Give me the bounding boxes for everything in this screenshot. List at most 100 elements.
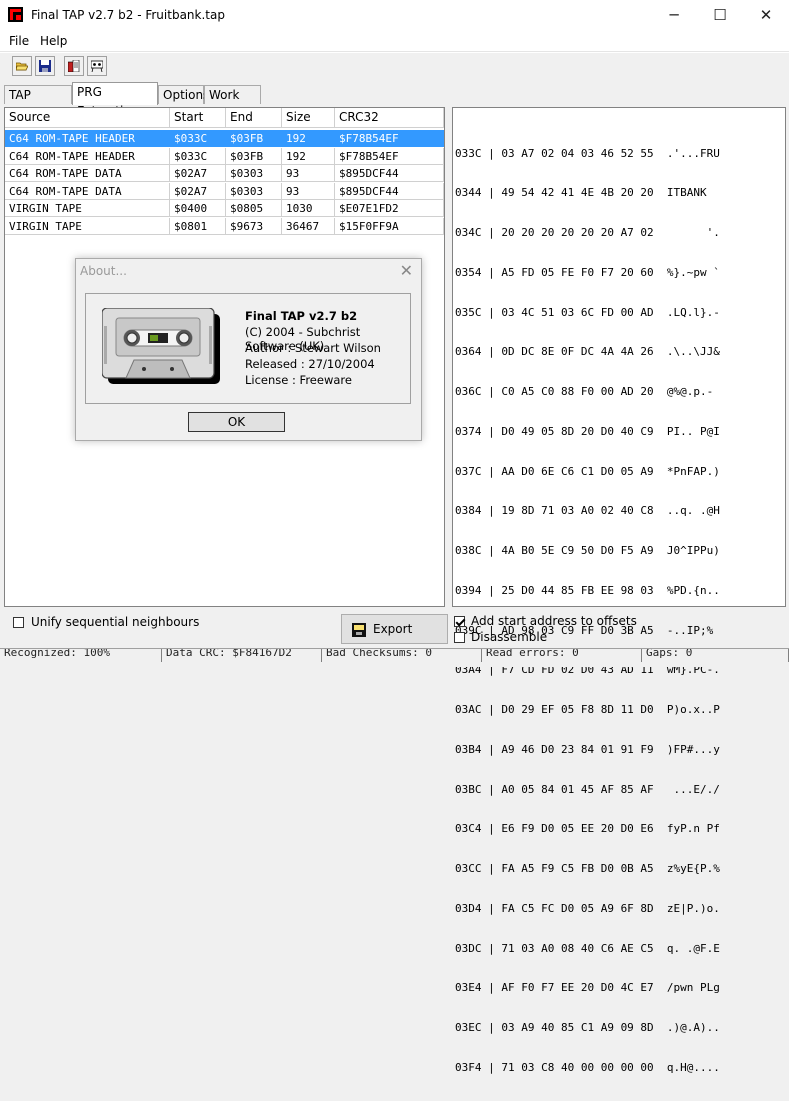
- column-source[interactable]: Source: [5, 108, 170, 128]
- cell-end: $0303: [226, 165, 282, 182]
- hex-line: 036C | C0 A5 C0 88 F0 00 AD 20 @%@.p.-: [455, 385, 720, 398]
- cell-size: 1030: [282, 200, 335, 217]
- minimize-button[interactable]: ─: [651, 0, 697, 31]
- table-header: Source Start End Size CRC32: [5, 108, 444, 128]
- hex-line: 0364 | 0D DC 8E 0F DC 4A 4A 26 .\..\JJ&: [455, 345, 720, 359]
- disassemble-checkbox[interactable]: [454, 632, 465, 643]
- cell-end: $9673: [226, 217, 282, 235]
- table-row[interactable]: VIRGIN TAPE $0801 $9673 36467 $15F0FF9A: [5, 217, 444, 235]
- export-tool-button[interactable]: [64, 56, 84, 76]
- save-button[interactable]: [35, 56, 55, 76]
- cell-source: C64 ROM-TAPE DATA: [5, 182, 170, 200]
- hex-line: 03DC | 71 03 A0 08 40 C6 AE C5 q. .@F.E: [455, 941, 720, 955]
- cassette-tape-icon: [102, 308, 220, 384]
- unify-checkbox[interactable]: [13, 617, 24, 628]
- hex-line: 0344 | 49 54 42 41 4E 4B 20 20 ITBANK: [455, 186, 720, 200]
- hex-line: 03B4 | A9 46 D0 23 84 01 91 F9 )FP#...y: [455, 742, 720, 756]
- menu-file[interactable]: File: [9, 34, 29, 48]
- export-prg-button[interactable]: Export PRG...: [341, 614, 448, 664]
- cell-crc32: $895DCF44: [335, 165, 444, 182]
- cell-end: $0805: [226, 200, 282, 217]
- table-row[interactable]: C64 ROM-TAPE HEADER $033C $03FB 192 $F78…: [5, 147, 444, 165]
- add-start-checkbox[interactable]: [454, 616, 465, 627]
- tab-work-log[interactable]: Work Log: [204, 85, 261, 121]
- column-end[interactable]: End: [226, 108, 282, 128]
- cell-start: $0801: [170, 217, 226, 235]
- about-released: Released : 27/10/2004: [245, 357, 375, 371]
- tape-tool-button[interactable]: [87, 56, 107, 76]
- hex-line: 0374 | D0 49 05 8D 20 D0 40 C9 PI.. P@I: [455, 424, 720, 438]
- ok-button[interactable]: OK: [188, 412, 285, 432]
- title-bar: Final TAP v2.7 b2 - Fruitbank.tap ─ ☐ ✕: [0, 0, 789, 31]
- column-size[interactable]: Size: [282, 108, 335, 128]
- hex-line: 03BC | A0 05 84 01 45 AF 85 AF ...E/./: [455, 782, 720, 796]
- cell-crc32: $15F0FF9A: [335, 217, 444, 235]
- hex-line: 038C | 4A B0 5E C9 50 D0 F5 A9 J0^IPPu): [455, 544, 720, 557]
- window-title: Final TAP v2.7 b2 - Fruitbank.tap: [31, 8, 225, 22]
- about-close-button[interactable]: ✕: [400, 261, 413, 280]
- hex-line: 0394 | 25 D0 44 85 FB EE 98 03 %PD.{n..: [455, 583, 720, 597]
- cell-source: VIRGIN TAPE: [5, 217, 170, 235]
- cell-source: C64 ROM-TAPE DATA: [5, 165, 170, 182]
- app-icon[interactable]: [8, 7, 23, 22]
- unify-label[interactable]: Unify sequential neighbours: [31, 615, 199, 629]
- cell-size: 192: [282, 147, 335, 165]
- export-icon: [352, 623, 366, 637]
- cell-crc32: $F78B54EF: [335, 147, 444, 165]
- options-bar: Unify sequential neighbours Export PRG..…: [0, 608, 789, 664]
- cell-end: $03FB: [226, 147, 282, 165]
- cell-size: 192: [282, 130, 335, 147]
- table-row[interactable]: VIRGIN TAPE $0400 $0805 1030 $E07E1FD2: [5, 200, 444, 217]
- hex-line: 033C | 03 A7 02 04 03 46 52 55 .'...FRU: [455, 146, 720, 160]
- about-dialog: About... ✕ Final TAP v2.7 b2 (C) 2004 - …: [75, 258, 422, 441]
- status-bar: Recognized: 100% Data CRC: $F84167D2 Bad…: [0, 648, 789, 667]
- status-read-errors: Read errors: 0: [482, 649, 642, 662]
- disassemble-label[interactable]: Disassemble: [471, 630, 547, 644]
- cell-source: VIRGIN TAPE: [5, 200, 170, 217]
- about-title: About...: [80, 264, 127, 278]
- cell-crc32: $F78B54EF: [335, 130, 444, 147]
- table-row[interactable]: C64 ROM-TAPE DATA $02A7 $0303 93 $895DCF…: [5, 165, 444, 182]
- save-disk-icon: [39, 60, 51, 72]
- hex-line: 03E4 | AF F0 F7 EE 20 D0 4C E7 /pwn PLg: [455, 981, 720, 995]
- hex-dump-panel[interactable]: 033C | 03 A7 02 04 03 46 52 55 .'...FRU …: [452, 107, 786, 1074]
- tab-prg-extraction[interactable]: PRG Extraction: [72, 82, 158, 118]
- cell-source: C64 ROM-TAPE HEADER: [5, 147, 170, 165]
- maximize-button[interactable]: ☐: [697, 0, 743, 31]
- status-bad-checksums: Bad Checksums: 0: [322, 649, 482, 662]
- hex-line: 03AC | D0 29 EF 05 F8 8D 11 D0 P)o.x..P: [455, 703, 720, 716]
- export-icon: [68, 60, 80, 72]
- hex-line: 03D4 | FA C5 FC D0 05 A9 6F 8D zE|P.)o.: [455, 901, 720, 915]
- add-start-label[interactable]: Add start address to offsets: [471, 614, 637, 628]
- table-row[interactable]: C64 ROM-TAPE DATA $02A7 $0303 93 $895DCF…: [5, 182, 444, 200]
- hex-line: 035C | 03 4C 51 03 6C FD 00 AD .LQ.l}.-: [455, 305, 720, 319]
- hex-line: 03EC | 03 A9 40 85 C1 A9 09 8D .)@.A)..: [455, 1021, 720, 1034]
- about-author: Author : Stewart Wilson: [245, 341, 381, 355]
- status-gaps: Gaps: 0: [642, 649, 789, 662]
- tape-icon: [91, 60, 103, 72]
- column-start[interactable]: Start: [170, 108, 226, 128]
- cell-start: $02A7: [170, 165, 226, 182]
- cell-crc32: $895DCF44: [335, 182, 444, 200]
- menu-help[interactable]: Help: [40, 34, 67, 48]
- cell-source: C64 ROM-TAPE HEADER: [5, 130, 170, 147]
- about-license: License : Freeware: [245, 373, 352, 387]
- tab-strip: TAP Report PRG Extraction Options Work L…: [0, 82, 460, 121]
- open-button[interactable]: [12, 56, 32, 76]
- hex-line: 034C | 20 20 20 20 20 20 A7 02 '.: [455, 226, 720, 239]
- toolbar: [0, 52, 789, 82]
- hex-line: 037C | AA D0 6E C6 C1 D0 05 A9 *PnFAP.): [455, 464, 720, 478]
- cell-crc32: $E07E1FD2: [335, 200, 444, 217]
- close-button[interactable]: ✕: [743, 0, 789, 31]
- cell-start: $033C: [170, 147, 226, 165]
- cell-size: 93: [282, 182, 335, 200]
- tab-tap-report[interactable]: TAP Report: [4, 85, 72, 121]
- open-folder-icon: [16, 62, 28, 71]
- hex-line: 0354 | A5 FD 05 FE F0 F7 20 60 %}.~pw `: [455, 265, 720, 279]
- status-recognized: Recognized: 100%: [0, 649, 162, 662]
- table-row[interactable]: C64 ROM-TAPE HEADER $033C $03FB 192 $F78…: [5, 130, 444, 147]
- column-crc32[interactable]: CRC32: [335, 108, 444, 128]
- cell-end: $0303: [226, 182, 282, 200]
- tab-options[interactable]: Options: [158, 85, 209, 104]
- menu-bar: File Help: [0, 31, 789, 52]
